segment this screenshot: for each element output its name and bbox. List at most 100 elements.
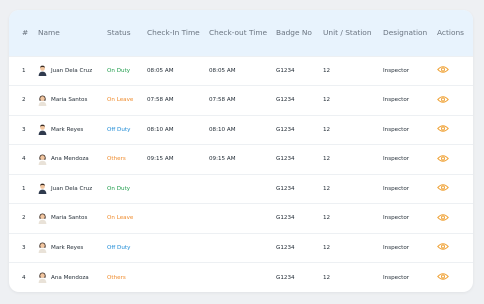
row-number: 2 bbox=[22, 215, 26, 222]
name-cell: Ana Mendoza bbox=[38, 263, 107, 293]
table-row: 1 Juan Dela Cruz On Duty G1234 12 Inspector bbox=[9, 174, 473, 204]
header-check-in: Check-In Time bbox=[147, 28, 200, 38]
check-out-time bbox=[209, 233, 276, 263]
row-number: 2 bbox=[22, 97, 26, 104]
unit-station: 12 bbox=[323, 274, 331, 281]
table-row: 4 Ana Mendoza Others G1234 12 Inspector bbox=[9, 262, 473, 293]
header-name: Name bbox=[38, 28, 60, 38]
male-avatar-icon bbox=[38, 65, 47, 77]
status-text: Off Duty bbox=[107, 126, 131, 133]
badge-number: G1234 bbox=[276, 97, 295, 104]
unit-station: 12 bbox=[323, 185, 331, 192]
unit-station: 12 bbox=[323, 97, 331, 104]
female-avatar-icon bbox=[38, 242, 47, 254]
actions-cell bbox=[437, 56, 473, 86]
row-number: 4 bbox=[22, 274, 26, 281]
eye-icon[interactable] bbox=[437, 213, 449, 222]
table-row: 3 Mark Reyes Off Duty 08:10 AM 08:10 AM G1234… bbox=[9, 115, 473, 145]
check-in-time bbox=[147, 263, 209, 293]
check-in-time: 07:58 AM bbox=[147, 97, 174, 104]
status-text: On Leave bbox=[107, 215, 134, 222]
female-avatar-icon bbox=[38, 95, 47, 106]
eye-icon[interactable] bbox=[437, 65, 449, 74]
female-avatar-icon bbox=[38, 272, 47, 283]
name-cell: Maria Santos bbox=[38, 204, 107, 234]
check-in-time bbox=[147, 233, 209, 263]
male-avatar-icon bbox=[38, 124, 47, 136]
person-name: Juan Dela Cruz bbox=[51, 67, 93, 74]
check-out-time bbox=[209, 174, 276, 204]
badge-number: G1234 bbox=[276, 274, 295, 281]
male-avatar-icon bbox=[38, 183, 47, 195]
attendance-table: # Name Status Check-In Time Check-out Ti… bbox=[9, 10, 473, 292]
header-badge: Badge No bbox=[276, 28, 312, 38]
check-out-time: 08:05 AM bbox=[209, 67, 236, 74]
designation: Inspector bbox=[383, 126, 410, 133]
actions-cell bbox=[437, 263, 473, 293]
row-number: 1 bbox=[22, 185, 26, 192]
person-name: Ana Mendoza bbox=[51, 274, 89, 281]
eye-icon[interactable] bbox=[437, 154, 449, 163]
female-avatar-icon bbox=[38, 213, 47, 224]
name-cell: Mark Reyes bbox=[38, 233, 107, 263]
table-body: 1 Juan Dela Cruz On Duty 08:05 AM 08:05 AM G1… bbox=[9, 56, 473, 292]
status-text: Others bbox=[107, 274, 126, 281]
check-in-time: 08:10 AM bbox=[147, 126, 174, 133]
eye-icon[interactable] bbox=[437, 124, 449, 133]
designation: Inspector bbox=[383, 274, 410, 281]
badge-number: G1234 bbox=[276, 185, 295, 192]
designation: Inspector bbox=[383, 156, 410, 163]
table-row: 3 Mark Reyes Off Duty G1234 12 Inspector bbox=[9, 233, 473, 263]
table-row: 2 Maria Santos On Leave G1234 12 Inspector bbox=[9, 203, 473, 234]
person-name: Mark Reyes bbox=[51, 126, 84, 133]
name-cell: Maria Santos bbox=[38, 86, 107, 116]
actions-cell bbox=[437, 174, 473, 204]
person-name: Maria Santos bbox=[51, 215, 88, 222]
check-in-time: 09:15 AM bbox=[147, 156, 174, 163]
row-number: 4 bbox=[22, 156, 26, 163]
status-text: Others bbox=[107, 156, 126, 163]
actions-cell bbox=[437, 86, 473, 116]
header-number: # bbox=[22, 28, 29, 38]
name-cell: Ana Mendoza bbox=[38, 145, 107, 175]
designation: Inspector bbox=[383, 67, 410, 74]
unit-station: 12 bbox=[323, 215, 331, 222]
designation: Inspector bbox=[383, 97, 410, 104]
attendance-card: # Name Status Check-In Time Check-out Ti… bbox=[9, 10, 473, 292]
female-avatar-icon bbox=[38, 154, 47, 165]
actions-cell bbox=[437, 115, 473, 145]
badge-number: G1234 bbox=[276, 156, 295, 163]
eye-icon[interactable] bbox=[437, 183, 449, 192]
table-row: 4 Ana Mendoza Others 09:15 AM 09:15 AM G1234 1… bbox=[9, 144, 473, 175]
unit-station: 12 bbox=[323, 126, 331, 133]
check-in-time bbox=[147, 204, 209, 234]
person-name: Juan Dela Cruz bbox=[51, 185, 93, 192]
eye-icon[interactable] bbox=[437, 272, 449, 281]
header-status: Status bbox=[107, 28, 131, 38]
header-check-out: Check-out Time bbox=[209, 28, 268, 38]
check-out-time: 09:15 AM bbox=[209, 156, 236, 163]
designation: Inspector bbox=[383, 215, 410, 222]
person-name: Mark Reyes bbox=[51, 244, 84, 251]
table-row: 1 Juan Dela Cruz On Duty 08:05 AM 08:05 AM G1… bbox=[9, 56, 473, 86]
person-name: Maria Santos bbox=[51, 97, 88, 104]
row-number: 1 bbox=[22, 67, 26, 74]
table-row: 2 Maria Santos On Leave 07:58 AM 07:58 AM G12… bbox=[9, 85, 473, 116]
status-text: On Duty bbox=[107, 185, 131, 192]
eye-icon[interactable] bbox=[437, 95, 449, 104]
check-out-time bbox=[209, 204, 276, 234]
name-cell: Juan Dela Cruz bbox=[38, 56, 107, 86]
eye-icon[interactable] bbox=[437, 242, 449, 251]
unit-station: 12 bbox=[323, 244, 331, 251]
row-number: 3 bbox=[22, 244, 26, 251]
row-number: 3 bbox=[22, 126, 26, 133]
actions-cell bbox=[437, 145, 473, 175]
badge-number: G1234 bbox=[276, 215, 295, 222]
check-in-time bbox=[147, 174, 209, 204]
designation: Inspector bbox=[383, 244, 410, 251]
actions-cell bbox=[437, 233, 473, 263]
table-header-row: # Name Status Check-In Time Check-out Ti… bbox=[9, 10, 473, 56]
check-out-time: 08:10 AM bbox=[209, 126, 236, 133]
person-name: Ana Mendoza bbox=[51, 156, 89, 163]
badge-number: G1234 bbox=[276, 244, 295, 251]
